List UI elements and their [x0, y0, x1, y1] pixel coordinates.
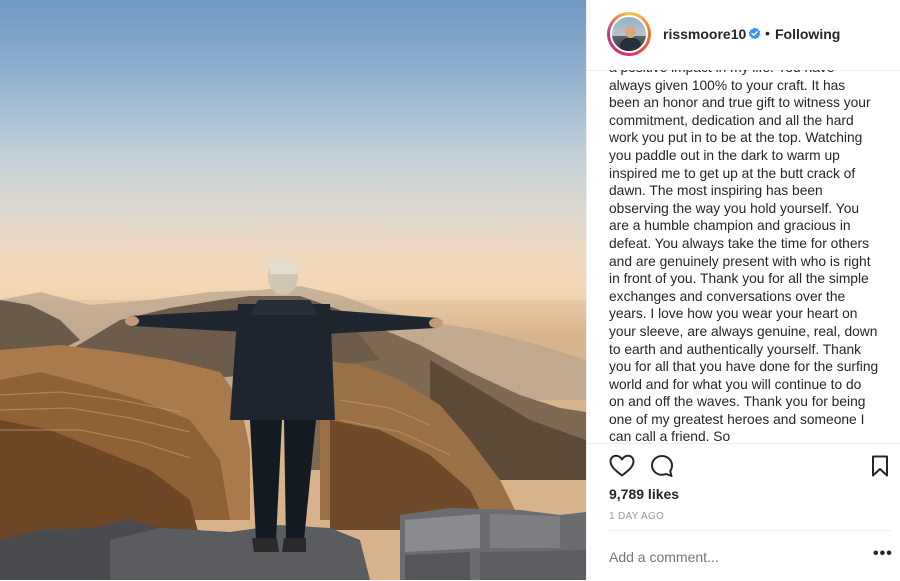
post-side-panel: rissmoore10 • Following a positive impac…: [586, 0, 900, 580]
verified-badge-icon: [748, 27, 761, 40]
bookmark-icon[interactable]: [871, 455, 889, 477]
avatar-body: [620, 38, 641, 51]
comment-icon[interactable]: [650, 454, 674, 478]
comment-input[interactable]: [609, 549, 839, 565]
separator-dot: •: [765, 25, 770, 41]
action-bar: [587, 443, 900, 488]
heart-icon[interactable]: [609, 454, 635, 478]
likes-count[interactable]: 9,789 likes: [609, 486, 679, 502]
avatar-head: [625, 26, 636, 38]
photo-scene: [0, 257, 586, 580]
following-button[interactable]: Following: [775, 26, 840, 42]
comment-bar: •••: [609, 530, 893, 581]
post-header: rissmoore10 • Following: [587, 0, 900, 71]
more-options-button[interactable]: •••: [873, 545, 893, 563]
story-ring[interactable]: [607, 12, 651, 56]
caption-scroll-area[interactable]: a positive impact in my life. You have a…: [609, 70, 887, 442]
username-link[interactable]: rissmoore10: [663, 26, 746, 42]
post-photo[interactable]: [0, 0, 586, 580]
post-timestamp[interactable]: 1 DAY AGO: [609, 511, 664, 522]
instagram-post: rissmoore10 • Following a positive impac…: [0, 0, 900, 580]
caption-text: a positive impact in my life. You have a…: [609, 70, 879, 442]
profile-avatar[interactable]: [610, 15, 648, 53]
